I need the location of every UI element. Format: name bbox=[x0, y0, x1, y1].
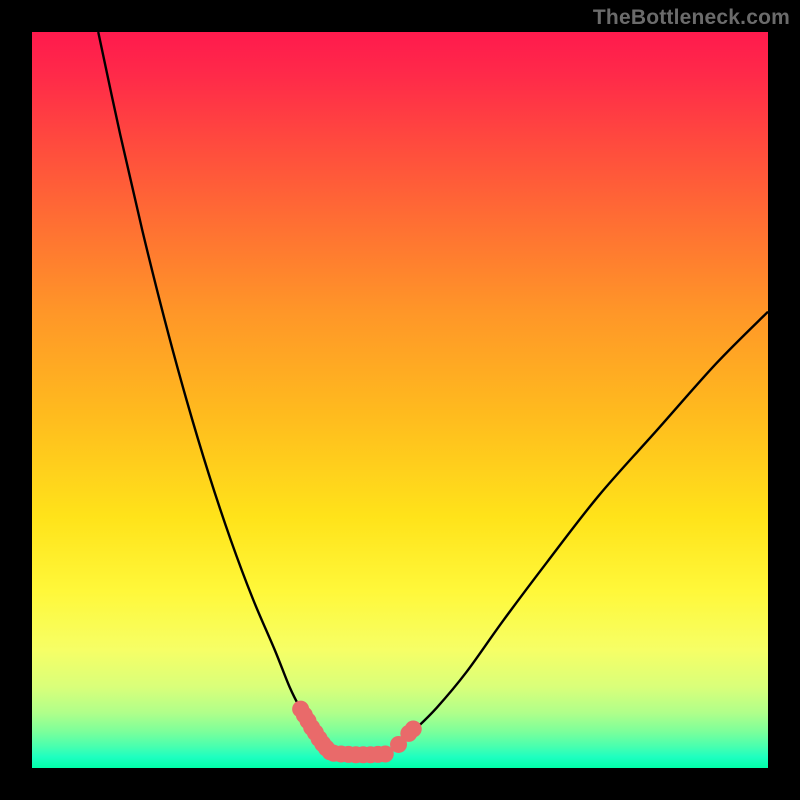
marker-right-pair bbox=[405, 720, 422, 737]
plot-area bbox=[32, 32, 768, 768]
chart-frame: TheBottleneck.com bbox=[0, 0, 800, 800]
bottleneck-curve bbox=[98, 32, 768, 755]
curve-layer bbox=[32, 32, 768, 768]
curve-left-curve bbox=[98, 32, 330, 752]
curve-right-curve bbox=[393, 312, 768, 749]
data-markers bbox=[292, 701, 422, 764]
watermark-text: TheBottleneck.com bbox=[593, 6, 790, 30]
